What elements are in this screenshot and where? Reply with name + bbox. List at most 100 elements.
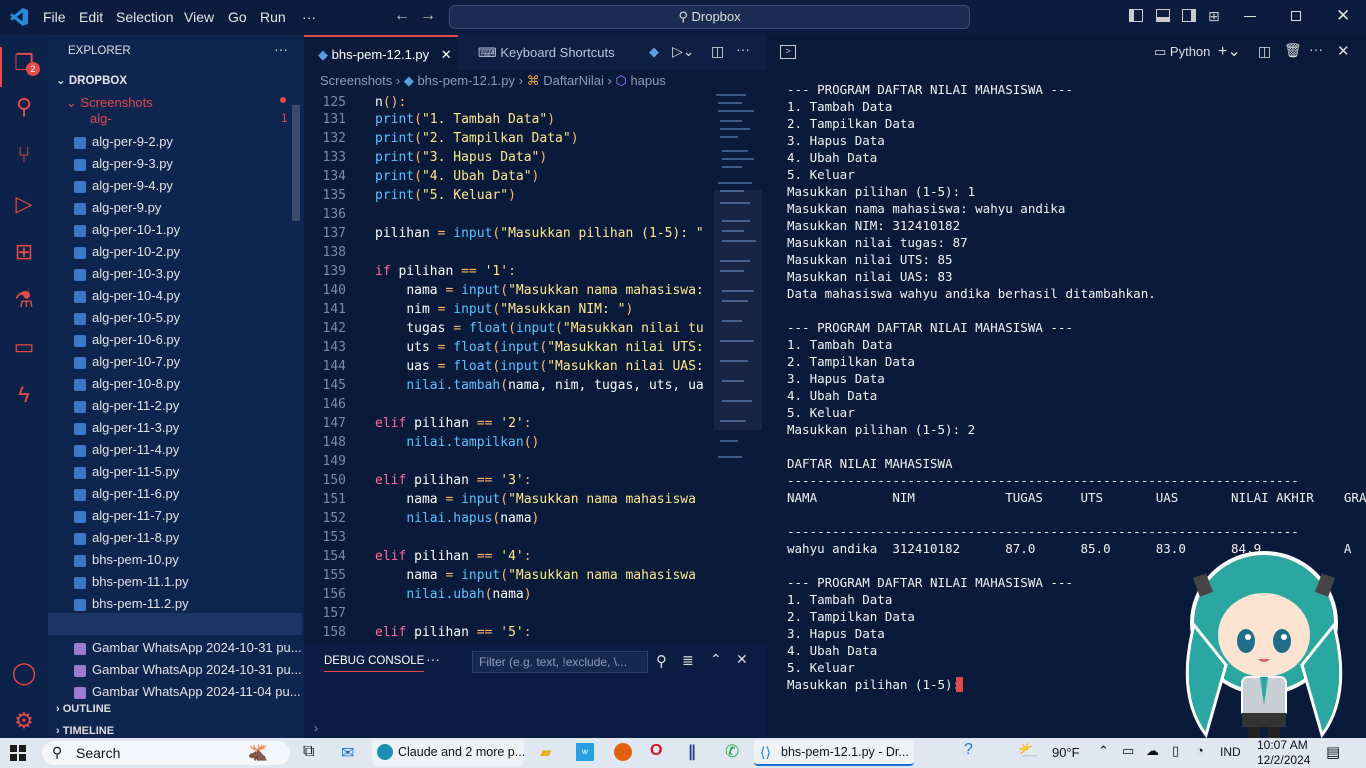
account-icon[interactable]: ◯ bbox=[10, 659, 38, 687]
image-file-item[interactable]: Gambar WhatsApp 2024-10-31 pu... bbox=[48, 659, 302, 681]
file-item[interactable]: alg-per-9-4.py bbox=[48, 175, 302, 197]
search-icon[interactable]: ⚲ bbox=[656, 652, 667, 670]
file-item[interactable]: alg-per-11-2.py bbox=[48, 395, 302, 417]
windows-start-icon[interactable] bbox=[10, 745, 26, 761]
cloud-offline-icon[interactable]: ☁ bbox=[1146, 743, 1159, 759]
panel-more-icon[interactable]: ··· bbox=[426, 651, 440, 667]
file-item[interactable]: alg-per-11-4.py bbox=[48, 439, 302, 461]
weather-temp[interactable]: 90°F bbox=[1052, 745, 1080, 760]
notification-icon[interactable]: ▤ bbox=[1326, 743, 1340, 761]
run-file-icon[interactable]: ▷⌄ bbox=[672, 43, 695, 60]
file-item[interactable]: bhs-pem-11.2.py bbox=[48, 593, 302, 615]
terminal-more-icon[interactable]: ··· bbox=[1309, 41, 1323, 57]
close-panel-icon[interactable]: ✕ bbox=[736, 651, 748, 668]
menu-selection[interactable]: Selection bbox=[116, 9, 174, 25]
visual-studio-icon[interactable]: ∥ bbox=[688, 742, 696, 762]
source-control-icon[interactable]: ⑂ bbox=[10, 141, 38, 169]
extensions-icon[interactable]: ⊞ bbox=[10, 238, 38, 266]
mail-icon[interactable]: ✉ bbox=[341, 743, 354, 763]
close-window-icon[interactable]: ✕ bbox=[1336, 6, 1350, 26]
new-terminal-icon[interactable]: +⌄ bbox=[1218, 41, 1241, 61]
breadcrumb-class[interactable]: DaftarNilai bbox=[543, 73, 604, 88]
file-item[interactable]: alg-per-10-4.py bbox=[48, 285, 302, 307]
run-debug-icon[interactable]: ▷ bbox=[10, 190, 38, 218]
taskbar-app-edge[interactable]: Claude and 2 more p... bbox=[372, 740, 525, 766]
testing-icon[interactable]: ⚗ bbox=[10, 286, 38, 314]
toggle-panel-icon[interactable] bbox=[1156, 9, 1170, 22]
menu-go[interactable]: Go bbox=[228, 9, 247, 25]
file-item[interactable]: alg-per-10-2.py bbox=[48, 241, 302, 263]
file-item[interactable]: alg-per-11-8.py bbox=[48, 527, 302, 549]
explorer-more-icon[interactable]: ··· bbox=[274, 41, 288, 57]
firefox-icon[interactable] bbox=[614, 743, 632, 761]
menu-view[interactable]: View bbox=[184, 9, 214, 25]
app-icon[interactable]: w bbox=[576, 743, 594, 761]
terminal-panel[interactable]: > ▭ Python +⌄ ◫ 🗑 ··· ✕ --- PROGRAM DAFT… bbox=[766, 35, 1366, 759]
file-item[interactable]: bhs-pem-10.py bbox=[48, 549, 302, 571]
file-item[interactable]: alg-per-10-3.py bbox=[48, 263, 302, 285]
battery-icon[interactable]: ▭ bbox=[1122, 743, 1134, 759]
weather-icon[interactable]: ⛅ bbox=[1018, 741, 1039, 761]
toggle-sidebar-icon[interactable] bbox=[1129, 9, 1143, 22]
breadcrumb-file[interactable]: bhs-pem-12.1.py bbox=[417, 73, 515, 88]
code-area[interactable]: 125 n(): 131 print("1. Tambah Data") 132 pr… bbox=[304, 93, 704, 645]
whatsapp-icon[interactable]: ✆ bbox=[725, 742, 739, 762]
close-terminal-icon[interactable]: ✕ bbox=[1337, 42, 1350, 60]
restore-icon[interactable] bbox=[1291, 11, 1301, 21]
file-item[interactable]: alg-per-9-3.py bbox=[48, 153, 302, 175]
wifi-icon[interactable]: ◔ bbox=[1196, 743, 1204, 758]
breadcrumb-folder[interactable]: Screenshots bbox=[320, 73, 392, 88]
menu-run[interactable]: Run bbox=[260, 9, 286, 25]
lightning-icon[interactable]: ϟ bbox=[10, 381, 38, 409]
tab-debug-console[interactable]: DEBUG CONSOLE bbox=[324, 655, 425, 672]
chevron-up-icon[interactable]: ⌃ bbox=[1098, 743, 1109, 759]
clock-date[interactable]: 12/2/2024 bbox=[1257, 753, 1310, 767]
close-tab-icon[interactable]: ✕ bbox=[441, 47, 452, 62]
file-item[interactable]: alg-per-10-8.py bbox=[48, 373, 302, 395]
file-item[interactable]: alg-per-10-7.py bbox=[48, 351, 302, 373]
file-explorer-icon[interactable]: ▰ bbox=[540, 743, 552, 761]
workspace-root[interactable]: ⌄ DROPBOX bbox=[56, 73, 127, 87]
outline-section[interactable]: › OUTLINE bbox=[56, 703, 111, 715]
menu-file[interactable]: File bbox=[43, 9, 66, 25]
taskbar-search[interactable]: ⚲ Search 🫎 bbox=[42, 741, 290, 765]
file-item[interactable]: alg-per-9.py bbox=[48, 197, 302, 219]
help-icon[interactable]: ? bbox=[964, 741, 973, 759]
file-item[interactable]: alg-per-10-1.py bbox=[48, 219, 302, 241]
file-item[interactable]: alg-per-11-7.py bbox=[48, 505, 302, 527]
console-prompt-icon[interactable]: › bbox=[314, 721, 318, 735]
maximize-panel-icon[interactable]: ⌃ bbox=[710, 651, 722, 668]
menu-more[interactable]: ··· bbox=[302, 9, 316, 25]
remote-explorer-icon[interactable]: ▭ bbox=[10, 333, 38, 361]
split-editor-icon[interactable]: ◫ bbox=[711, 43, 724, 60]
file-item[interactable]: alg-per-10-6.py bbox=[48, 329, 302, 351]
minimap[interactable] bbox=[714, 90, 762, 470]
opera-icon[interactable]: O bbox=[650, 742, 662, 760]
kill-terminal-icon[interactable]: 🗑 bbox=[1284, 42, 1302, 59]
sidebar-scrollbar[interactable] bbox=[292, 105, 300, 221]
tab-keyboard-shortcuts[interactable]: ⌨ Keyboard Shortcuts bbox=[464, 35, 640, 70]
tree-item-alg[interactable]: alg- bbox=[90, 111, 112, 126]
terminal-profile[interactable]: ▭ Python bbox=[1154, 44, 1210, 60]
file-item[interactable]: alg-per-11-3.py bbox=[48, 417, 302, 439]
task-view-icon[interactable]: ⧉ bbox=[303, 743, 314, 761]
tab-bhs-pem-12-1[interactable]: ◆ bhs-pem-12.1.py ✕ bbox=[304, 35, 458, 70]
language-indicator[interactable]: IND bbox=[1220, 745, 1241, 759]
file-item[interactable]: alg-per-9-2.py bbox=[48, 131, 302, 153]
file-item[interactable]: alg-per-10-5.py bbox=[48, 307, 302, 329]
forward-arrow-icon[interactable]: → bbox=[420, 7, 436, 25]
file-item[interactable]: alg-per-11-5.py bbox=[48, 461, 302, 483]
toggle-secondary-sidebar-icon[interactable] bbox=[1182, 9, 1196, 22]
image-file-item[interactable]: Gambar WhatsApp 2024-10-31 pu... bbox=[48, 637, 302, 659]
search-view-icon[interactable]: ⚲ bbox=[10, 93, 38, 121]
clear-console-icon[interactable]: ≣ bbox=[682, 652, 694, 669]
split-terminal-icon[interactable]: ◫ bbox=[1258, 43, 1271, 60]
timeline-section[interactable]: › TIMELINE bbox=[56, 725, 114, 737]
customize-layout-icon[interactable]: ⊞ bbox=[1208, 8, 1220, 25]
settings-gear-icon[interactable]: ⚙ bbox=[10, 707, 38, 735]
filter-input[interactable]: Filter (e.g. text, !exclude, \... bbox=[472, 651, 648, 673]
terminal-icon[interactable]: > bbox=[780, 45, 796, 59]
back-arrow-icon[interactable]: ← bbox=[394, 7, 410, 25]
usb-icon[interactable]: ▯ bbox=[1172, 743, 1179, 759]
image-file-item[interactable]: Gambar WhatsApp 2024-11-04 pu... bbox=[48, 681, 302, 703]
